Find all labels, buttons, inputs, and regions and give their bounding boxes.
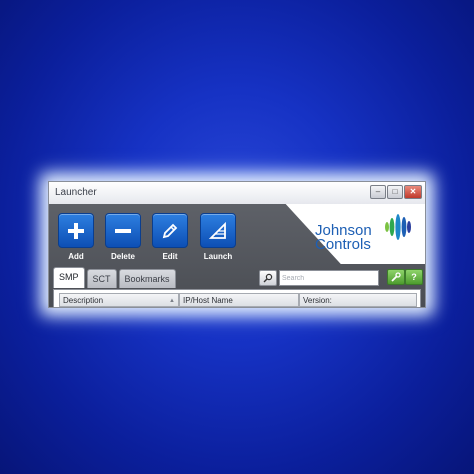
johnson-controls-logo-icon	[385, 214, 411, 240]
edit-button[interactable]: Edit	[151, 213, 189, 261]
search-button[interactable]	[259, 270, 277, 286]
tools-button[interactable]	[387, 269, 405, 285]
brand-logo-text: Johnson Controls	[315, 223, 372, 253]
delete-label: Delete	[110, 252, 135, 261]
title-bar[interactable]: Launcher – □ ✕	[49, 182, 425, 204]
column-header-ip-host[interactable]: IP/Host Name	[179, 293, 299, 307]
sort-arrow-icon: ▲	[169, 298, 175, 304]
add-label: Add	[68, 252, 84, 261]
brand-line-2: Controls	[315, 236, 371, 253]
search-icon	[263, 273, 273, 283]
edit-label: Edit	[162, 252, 178, 261]
launch-button[interactable]: Launch	[199, 213, 237, 261]
column-header-version[interactable]: Version:	[299, 293, 417, 307]
column-header-description[interactable]: Description ▲	[59, 293, 179, 307]
tab-bar: SMP SCT Bookmarks	[53, 267, 176, 288]
tab-sct[interactable]: SCT	[86, 269, 117, 288]
window-controls: – □ ✕	[370, 185, 422, 199]
close-button[interactable]: ✕	[404, 185, 422, 199]
minus-icon	[105, 213, 141, 248]
wrench-icon	[391, 272, 401, 282]
pencil-icon	[152, 213, 188, 248]
minimize-button[interactable]: –	[370, 185, 386, 199]
add-button[interactable]: Add	[57, 213, 95, 261]
help-button[interactable]: ?	[405, 269, 423, 285]
launch-label: Launch	[203, 252, 233, 261]
column-description-label: Description	[63, 296, 104, 305]
delete-button[interactable]: Delete	[104, 213, 142, 261]
plus-icon	[58, 213, 94, 248]
maximize-button[interactable]: □	[387, 185, 403, 199]
search-input[interactable]	[279, 270, 379, 286]
launcher-window: Launcher – □ ✕ Johnson Controls Add Dele…	[48, 181, 426, 308]
window-title: Launcher	[55, 187, 97, 198]
tab-bookmarks[interactable]: Bookmarks	[118, 269, 176, 288]
launch-icon	[200, 213, 236, 248]
sessions-table: Description ▲ IP/Host Name Version:	[53, 289, 421, 307]
tab-smp[interactable]: SMP	[53, 267, 85, 288]
